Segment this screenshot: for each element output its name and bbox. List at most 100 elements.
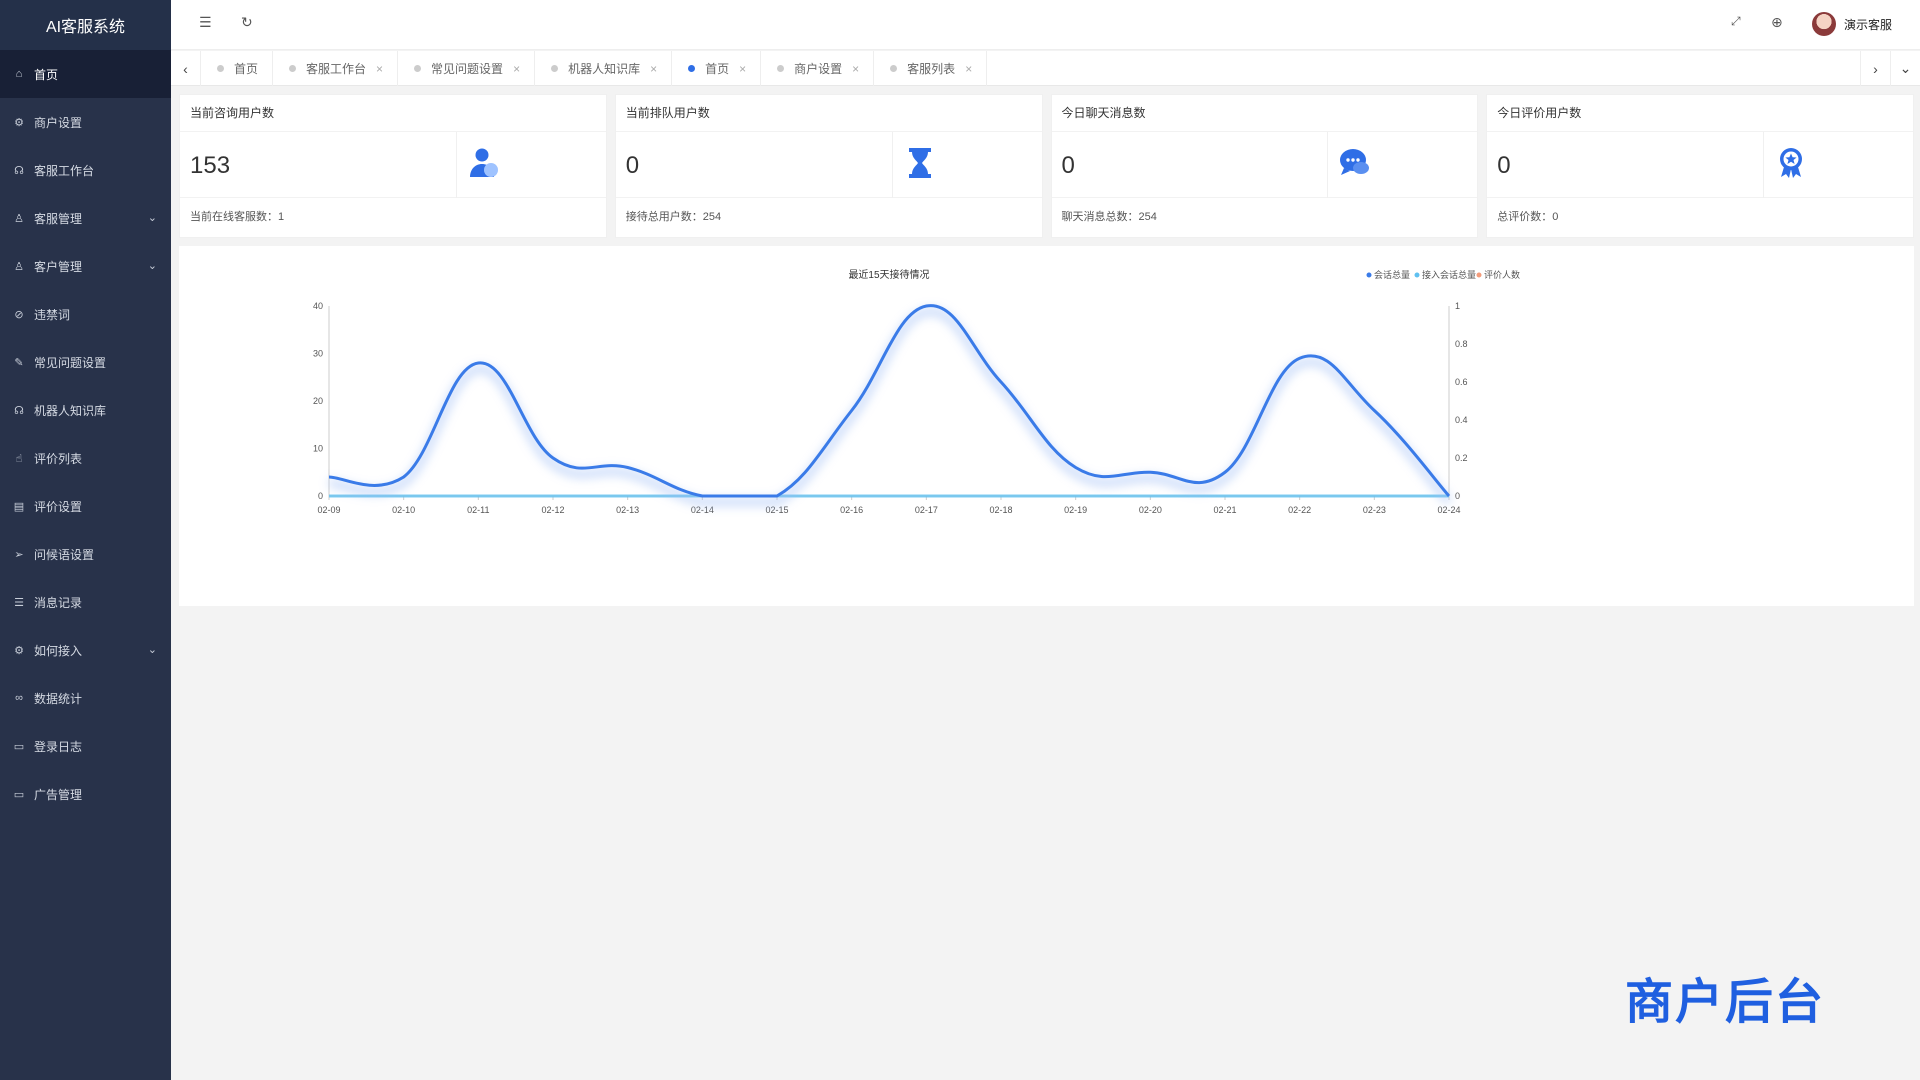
- series-line-shadow: [328, 307, 1453, 506]
- link-icon: ∞: [15, 692, 23, 704]
- sidebar-item-3[interactable]: ♙ 客服管理 ⌄: [0, 194, 171, 242]
- fullscreen-icon[interactable]: ⤢: [1731, 14, 1741, 29]
- card-footer: 总评价数：0: [1497, 211, 1559, 223]
- x-tick-label: 02-18: [989, 505, 1012, 515]
- sidebar-item-label: 登录日志: [34, 739, 83, 754]
- tab-dot-icon: [777, 65, 785, 72]
- sidebar-item-2[interactable]: ☊ 客服工作台: [0, 146, 171, 194]
- settings-icon: ⚙: [14, 116, 24, 129]
- tab-dot-icon: [217, 65, 224, 72]
- tab-label: 机器人知识库: [568, 62, 641, 76]
- send-icon: ➢: [14, 548, 24, 561]
- card-title: 今日评价用户数: [1487, 95, 1913, 132]
- home-icon: ⌂: [15, 68, 23, 80]
- sidebar-item-7[interactable]: ☊ 机器人知识库: [0, 386, 171, 434]
- user-menu[interactable]: 演示客服: [1811, 12, 1892, 36]
- legend-marker: [1414, 272, 1420, 278]
- y-right-tick-label: 0.2: [1455, 453, 1468, 463]
- x-tick-label: 02-17: [915, 505, 938, 515]
- y-right-tick-label: 0.8: [1455, 339, 1468, 349]
- sidebar-item-1[interactable]: ⚙ 商户设置: [0, 98, 171, 146]
- sidebar-item-label: 评价设置: [34, 499, 83, 514]
- tabs-scroll-left-icon[interactable]: ‹: [171, 51, 201, 86]
- close-icon[interactable]: ×: [650, 62, 657, 76]
- sidebar-item-9[interactable]: ▤ 评价设置: [0, 482, 171, 530]
- tab-label: 首页: [705, 62, 730, 76]
- log-icon: ▭: [13, 740, 25, 753]
- sidebar-item-label: 如何接入: [34, 643, 83, 658]
- sidebar-item-6[interactable]: ✎ 常见问题设置: [0, 338, 171, 386]
- x-tick-label: 02-13: [616, 505, 639, 515]
- card-body: 153: [180, 132, 606, 198]
- tab-2[interactable]: 常见问题设置 ×: [398, 51, 536, 86]
- language-icon[interactable]: ⊕: [1771, 14, 1783, 31]
- card-value: 153: [190, 152, 231, 179]
- calendar-icon: ▤: [13, 500, 25, 513]
- tabs-scroll-right-icon[interactable]: ›: [1860, 51, 1890, 86]
- tab-6[interactable]: 客服列表 ×: [874, 51, 988, 86]
- y-left-tick-label: 0: [318, 491, 323, 501]
- tab-3[interactable]: 机器人知识库 ×: [535, 51, 673, 86]
- main-content: 当前咨询用户数 153 当前在线客服数：1 当前排队用户数 0 接待总用户数：254 今日聊…: [171, 86, 1920, 1080]
- card-icon-box: [1327, 132, 1477, 198]
- tab-1[interactable]: 客服工作台 ×: [273, 51, 399, 86]
- x-tick-label: 02-11: [467, 505, 489, 515]
- close-icon[interactable]: ×: [965, 62, 972, 76]
- stat-card: 今日评价用户数 0 总评价数：0: [1486, 94, 1914, 238]
- close-icon[interactable]: ×: [376, 62, 383, 76]
- y-left-tick-label: 30: [313, 349, 323, 359]
- refresh-icon[interactable]: ↻: [241, 14, 253, 31]
- card-icon-box: [891, 132, 1042, 198]
- chat-icon: [1338, 146, 1372, 185]
- x-tick-label: 02-23: [1363, 505, 1386, 515]
- menu-toggle-icon[interactable]: ☰: [199, 14, 212, 31]
- x-tick-label: 02-16: [840, 505, 863, 515]
- sidebar-item-12[interactable]: ⚙ 如何接入 ⌄: [0, 626, 171, 674]
- close-icon[interactable]: ×: [852, 62, 859, 76]
- sidebar-item-14[interactable]: ▭ 登录日志: [0, 722, 171, 770]
- customer-icon: ♙: [14, 260, 24, 273]
- avatar: [1811, 12, 1836, 36]
- card-value: 0: [625, 152, 640, 179]
- sidebar-item-0[interactable]: ⌂ 首页: [0, 50, 171, 98]
- x-tick-label: 02-19: [1064, 505, 1087, 515]
- card-title: 今日聊天消息数: [1051, 95, 1478, 132]
- sidebar-item-15[interactable]: ▭ 广告管理: [0, 770, 171, 818]
- card-value: 0: [1061, 152, 1075, 179]
- x-tick-label: 02-24: [1437, 505, 1460, 515]
- x-tick-label: 02-20: [1139, 505, 1162, 515]
- close-icon[interactable]: ×: [513, 62, 520, 76]
- sidebar-item-8[interactable]: ☝ 评价列表: [0, 434, 171, 482]
- close-icon[interactable]: ×: [739, 62, 746, 76]
- tab-4[interactable]: 首页 ×: [672, 51, 762, 86]
- card-body: 0: [1487, 132, 1913, 198]
- app-title: AI客服系统: [0, 0, 171, 50]
- sidebar-item-4[interactable]: ♙ 客户管理 ⌄: [0, 242, 171, 290]
- chevron-down-icon: ⌄: [147, 212, 157, 224]
- sidebar-item-label: 数据统计: [34, 691, 83, 706]
- x-tick-label: 02-22: [1288, 505, 1311, 515]
- chevron-down-icon: ⌄: [147, 260, 157, 272]
- sidebar-item-label: 消息记录: [34, 595, 83, 610]
- stat-cards: 当前咨询用户数 153 当前在线客服数：1 当前排队用户数 0 接待总用户数：254 今日聊…: [179, 94, 1914, 238]
- sidebar-item-5[interactable]: ⊘ 违禁词: [0, 290, 171, 338]
- sidebar-item-label: 违禁词: [34, 307, 71, 322]
- tab-5[interactable]: 商户设置 ×: [761, 51, 875, 86]
- legend-label: 评价人数: [1484, 269, 1520, 280]
- tabs-dropdown-icon[interactable]: ⌄: [1890, 51, 1920, 86]
- sidebar-item-11[interactable]: ☰ 消息记录: [0, 578, 171, 626]
- headset-icon: ☊: [14, 164, 24, 177]
- y-left-tick-label: 40: [313, 301, 323, 311]
- user-name: 演示客服: [1843, 17, 1892, 32]
- tab-0[interactable]: 首页: [201, 51, 274, 86]
- hourglass-icon: [903, 146, 937, 185]
- plugin-icon: ⚙: [14, 644, 24, 657]
- sidebar-item-label: 客户管理: [34, 259, 83, 274]
- sidebar-item-13[interactable]: ∞ 数据统计: [0, 674, 171, 722]
- ban-icon: ⊘: [14, 308, 24, 321]
- tab-dot-icon: [688, 65, 696, 72]
- legend-marker: [1476, 272, 1482, 278]
- sidebar-item-10[interactable]: ➢ 问候语设置: [0, 530, 171, 578]
- chart-panel: 最近15天接待情况 会话总量 接入会话总量 评价人数 0 10 20 30 40 0 0.2 0.4 0…: [179, 246, 1914, 606]
- x-tick-label: 02-21: [1213, 505, 1236, 515]
